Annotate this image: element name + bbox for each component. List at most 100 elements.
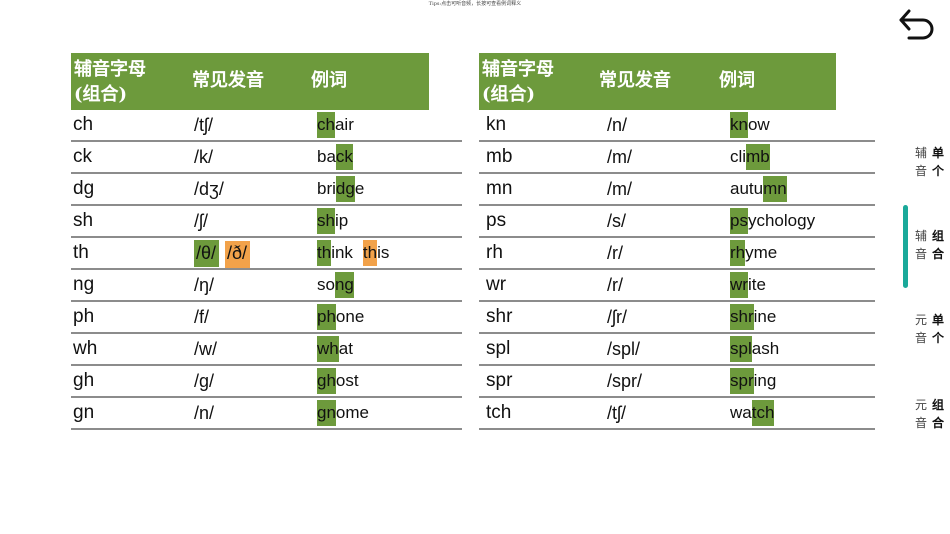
letter-combo[interactable]: spl <box>486 334 510 364</box>
nav-label: 元 <box>915 398 928 412</box>
nav-item-3[interactable]: 元音组合 <box>905 392 950 436</box>
example-word[interactable]: song <box>317 272 354 298</box>
table-row[interactable]: mn/m/autumn <box>479 174 875 206</box>
example-word[interactable]: watch <box>730 400 775 426</box>
phonetic-symbol[interactable]: /n/ <box>607 115 627 135</box>
phonetic-symbol[interactable]: /ʃ/ <box>194 211 208 231</box>
example-word[interactable]: back <box>317 144 353 170</box>
example-word[interactable]: autumn <box>730 176 787 202</box>
phonetic-cell: /θ//ð/ <box>194 238 251 268</box>
phonetic-symbol[interactable]: /n/ <box>194 403 214 423</box>
table-row[interactable]: shr/ʃr/shrine <box>479 302 875 334</box>
word-part: ash <box>751 339 780 358</box>
phonetic-symbol[interactable]: /spr/ <box>607 371 642 391</box>
phonetic-symbol[interactable]: /ð/ <box>225 241 251 268</box>
phonetic-symbol[interactable]: /tʃ/ <box>194 115 213 135</box>
phonetic-symbol[interactable]: /ʃr/ <box>607 307 627 327</box>
phonetic-symbol[interactable]: /m/ <box>607 147 632 167</box>
example-word[interactable]: this <box>362 240 389 266</box>
table-row[interactable]: spr/spr/spring <box>479 366 875 398</box>
nav-item-1[interactable]: 辅音组合 <box>905 223 950 267</box>
letter-combo[interactable]: ng <box>73 270 94 300</box>
table-row[interactable]: wh/w/what <box>71 334 462 366</box>
highlighted-letters: ck <box>335 144 353 170</box>
example-word[interactable]: ghost <box>317 368 359 394</box>
example-word[interactable]: bridge <box>317 176 364 202</box>
example-word[interactable]: ship <box>317 208 348 234</box>
phonetic-symbol[interactable]: /θ/ <box>194 240 220 267</box>
table-row[interactable]: ck/k/back <box>71 142 462 174</box>
letter-combo[interactable]: tch <box>486 398 511 428</box>
example-word[interactable]: rhyme <box>730 240 777 266</box>
letter-combo[interactable]: th <box>73 238 89 268</box>
table-row[interactable]: spl/spl/splash <box>479 334 875 366</box>
example-word[interactable]: know <box>730 112 770 138</box>
letter-combo[interactable]: rh <box>486 238 503 268</box>
letter-combo[interactable]: sh <box>73 206 93 236</box>
letter-combo[interactable]: ps <box>486 206 506 236</box>
table-body: ch/tʃ/chair ck/k/back dg/dʒ/bridge sh/ʃ/shi… <box>71 110 462 430</box>
letter-combo[interactable]: kn <box>486 110 506 140</box>
letter-combo[interactable]: shr <box>486 302 512 332</box>
phonetic-symbol[interactable]: /g/ <box>194 371 214 391</box>
table-row[interactable]: ch/tʃ/chair <box>71 110 462 142</box>
table-row[interactable]: th/θ//ð/think this <box>71 238 462 270</box>
nav-item-0[interactable]: 辅音单个 <box>905 140 950 184</box>
phonetic-symbol[interactable]: /m/ <box>607 179 632 199</box>
example-word[interactable]: what <box>317 336 353 362</box>
letter-combo[interactable]: mb <box>486 142 512 172</box>
letter-combo[interactable]: spr <box>486 366 512 396</box>
table-row[interactable]: wr/r/write <box>479 270 875 302</box>
phonetic-symbol[interactable]: /spl/ <box>607 339 640 359</box>
table-row[interactable]: kn/n/know <box>479 110 875 142</box>
phonetic-symbol[interactable]: /w/ <box>194 339 217 359</box>
letter-combo[interactable]: ph <box>73 302 94 332</box>
letter-combo[interactable]: wr <box>486 270 506 300</box>
phonetic-symbol[interactable]: /dʒ/ <box>194 179 224 199</box>
letter-combo[interactable]: ch <box>73 110 93 140</box>
example-word[interactable]: shrine <box>730 304 776 330</box>
phonetic-symbol[interactable]: /f/ <box>194 307 209 327</box>
table-row[interactable]: gh/g/ghost <box>71 366 462 398</box>
example-word[interactable]: climb <box>730 144 770 170</box>
table-row[interactable]: gn/n/gnome <box>71 398 462 430</box>
word-part: ychology <box>747 211 816 230</box>
phonetic-symbol[interactable]: /ŋ/ <box>194 275 214 295</box>
table-row[interactable]: dg/dʒ/bridge <box>71 174 462 206</box>
example-word[interactable]: psychology <box>730 208 815 234</box>
example-cell: climb <box>730 142 770 172</box>
letter-combo[interactable]: ck <box>73 142 92 172</box>
phonetic-symbol[interactable]: /tʃ/ <box>607 403 626 423</box>
word-part: ink <box>331 243 353 262</box>
table-row[interactable]: mb/m/climb <box>479 142 875 174</box>
example-word[interactable]: think <box>317 240 353 266</box>
example-word[interactable]: phone <box>317 304 364 330</box>
nav-label: 音 <box>915 164 928 178</box>
nav-label: 单 <box>932 146 945 160</box>
example-word[interactable]: write <box>730 272 766 298</box>
example-word[interactable]: splash <box>730 336 779 362</box>
phonetic-symbol[interactable]: /k/ <box>194 147 213 167</box>
example-cell: ghost <box>317 366 359 396</box>
letter-combo[interactable]: wh <box>73 334 97 364</box>
example-word[interactable]: spring <box>730 368 776 394</box>
table-row[interactable]: tch/tʃ/watch <box>479 398 875 430</box>
table-row[interactable]: rh/r/rhyme <box>479 238 875 270</box>
back-button[interactable] <box>897 8 937 42</box>
letter-combo[interactable]: gh <box>73 366 94 396</box>
example-word[interactable]: chair <box>317 112 354 138</box>
phonetic-symbol[interactable]: /r/ <box>607 275 623 295</box>
nav-item-2[interactable]: 元音单个 <box>905 307 950 351</box>
example-word[interactable]: gnome <box>317 400 369 426</box>
letter-combo[interactable]: mn <box>486 174 512 204</box>
table-row[interactable]: sh/ʃ/ship <box>71 206 462 238</box>
phonetic-symbol[interactable]: /r/ <box>607 243 623 263</box>
table-row[interactable]: ph/f/phone <box>71 302 462 334</box>
table-row[interactable]: ng/ŋ/song <box>71 270 462 302</box>
example-cell: spring <box>730 366 776 396</box>
letter-combo[interactable]: dg <box>73 174 94 204</box>
highlighted-letters: shr <box>730 304 754 330</box>
table-row[interactable]: ps/s/psychology <box>479 206 875 238</box>
phonetic-symbol[interactable]: /s/ <box>607 211 626 231</box>
letter-combo[interactable]: gn <box>73 398 94 428</box>
